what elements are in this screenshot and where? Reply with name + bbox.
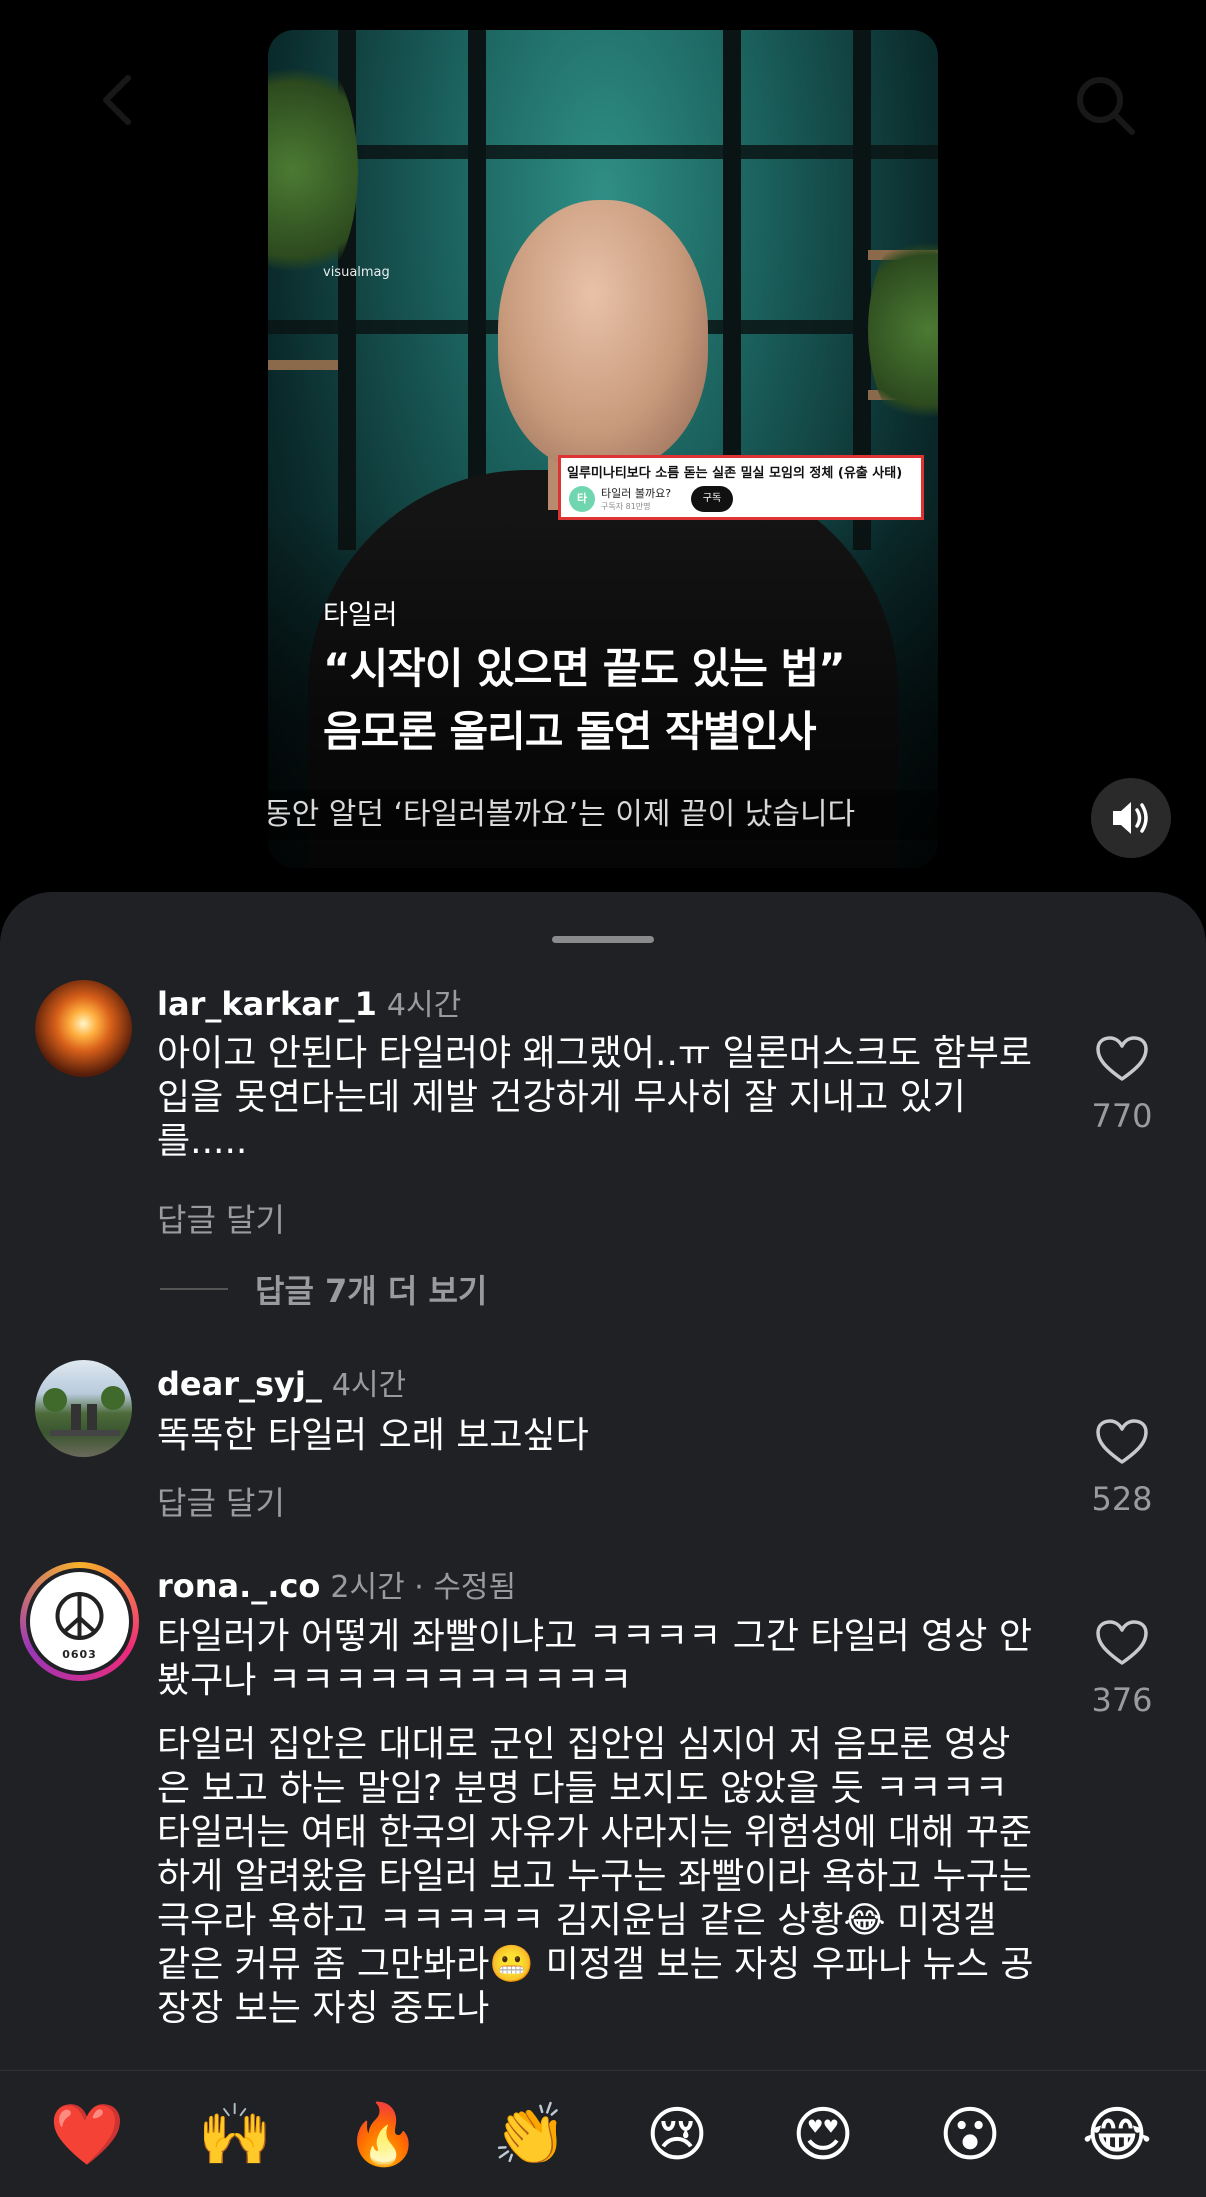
- window-frame: [468, 30, 486, 550]
- like-count: 376: [1091, 1681, 1153, 1719]
- heart-icon: [1096, 1620, 1148, 1665]
- emoji-surprised-button[interactable]: 😮: [930, 2099, 1010, 2171]
- shelf: [268, 360, 338, 370]
- more-replies-line: [160, 1288, 228, 1290]
- emoji-fire-button[interactable]: 🔥: [343, 2099, 423, 2171]
- overlay-card-title: 일루미나티보다 소름 돋는 실존 밀실 모임의 정체 (유출 사태): [567, 466, 903, 481]
- avatar-image: 0603: [30, 1572, 129, 1671]
- comment-username[interactable]: rona._.co: [157, 1567, 320, 1605]
- comment-time: 4시간: [386, 988, 462, 1023]
- overlay-subscribe-button: 구독: [691, 486, 733, 512]
- comment-username[interactable]: dear_syj_: [157, 1365, 322, 1403]
- avatar-caption: 0603: [62, 1648, 97, 1661]
- video-overlay-card: 일루미나티보다 소름 돋는 실존 밀실 모임의 정체 (유출 사태) 타 타일러…: [558, 455, 924, 520]
- emoji-heart-button[interactable]: ❤️: [47, 2099, 127, 2171]
- comment-header: dear_syj_ 4시간: [157, 1360, 406, 1404]
- search-icon[interactable]: [1070, 70, 1140, 140]
- avatar[interactable]: 0603: [20, 1562, 139, 1681]
- comment-text: 아이고 안된다 타일러야 왜그랬어..ㅠ 일론머스크도 함부로 입을 못연다는데…: [157, 1033, 1032, 1162]
- comment-time: 2시간 · 수정됨: [330, 1570, 517, 1605]
- video-watermark: visualmag: [323, 265, 390, 280]
- like-button[interactable]: 376: [1078, 1619, 1166, 1719]
- comment-text: 타일러가 어떻게 좌빨이냐고 ㅋㅋㅋㅋ 그간 타일러 영상 안봤구나 ㅋㅋㅋㅋㅋ…: [157, 1616, 1032, 1701]
- video-player[interactable]: visualmag 일루미나티보다 소름 돋는 실존 밀실 모임의 정체 (유출…: [268, 30, 938, 868]
- heart-icon: [1096, 1036, 1148, 1081]
- avatar[interactable]: [35, 1360, 132, 1457]
- like-count: 770: [1091, 1097, 1153, 1135]
- video-channel-label: 타일러: [323, 600, 398, 631]
- avatar-ring: 0603: [26, 1568, 133, 1675]
- back-icon[interactable]: [90, 70, 150, 130]
- avatar[interactable]: [35, 980, 132, 1077]
- like-button[interactable]: 770: [1078, 1035, 1166, 1135]
- comment-header: rona._.co 2시간 · 수정됨: [157, 1562, 516, 1606]
- speaker-icon: [1113, 802, 1148, 834]
- video-headline-line2: 음모론 올리고 돌연 작별인사: [323, 707, 817, 756]
- comment-username[interactable]: lar_karkar_1: [157, 985, 377, 1023]
- video-subtitle: 동안 알던 ‘타일러볼까요’는 이제 끝이 났습니다: [268, 790, 938, 840]
- emoji-clap-button[interactable]: 👏: [490, 2099, 570, 2171]
- comment-header: lar_karkar_1 4시간: [157, 980, 461, 1024]
- volume-button[interactable]: [1091, 778, 1171, 858]
- comment-text: 똑똑한 타일러 오래 보고싶다: [157, 1415, 589, 1456]
- emoji-raised-hands-button[interactable]: 🙌: [195, 2099, 275, 2171]
- emoji-heart-eyes-button[interactable]: 😍: [783, 2099, 863, 2171]
- overlay-channel-avatar: 타: [569, 486, 595, 512]
- like-button[interactable]: 528: [1078, 1418, 1166, 1518]
- emoji-laughing-button[interactable]: 😂: [1077, 2099, 1157, 2171]
- comment-text-continued: 타일러 집안은 대대로 군인 집안임 심지어 저 음모론 영상은 보고 하는 말…: [157, 1724, 1034, 2029]
- reply-button[interactable]: 답글 달기: [157, 1478, 285, 1524]
- reply-button[interactable]: 답글 달기: [157, 1195, 285, 1241]
- avatar-photo: [43, 1386, 125, 1436]
- emoji-reaction-bar: ❤️ 🙌 🔥 👏 😢 😍 😮 😂: [0, 2070, 1206, 2197]
- heart-icon: [1096, 1419, 1148, 1464]
- video-headline-line1: “시작이 있으면 끝도 있는 법”: [323, 644, 846, 693]
- overlay-channel-name: 타일러 볼까요?: [601, 487, 672, 500]
- overlay-subscriber-count: 구독자 81만명: [601, 502, 651, 511]
- video-area: visualmag 일루미나티보다 소름 돋는 실존 밀실 모임의 정체 (유출…: [0, 0, 1206, 900]
- sheet-grabber[interactable]: [552, 936, 654, 943]
- comment-time: 4시간: [331, 1368, 407, 1403]
- view-more-replies-button[interactable]: 답글 7개 더 보기: [255, 1266, 487, 1312]
- like-count: 528: [1091, 1480, 1153, 1518]
- window-frame: [268, 145, 938, 159]
- person-head: [498, 200, 708, 470]
- emoji-crying-button[interactable]: 😢: [637, 2099, 717, 2171]
